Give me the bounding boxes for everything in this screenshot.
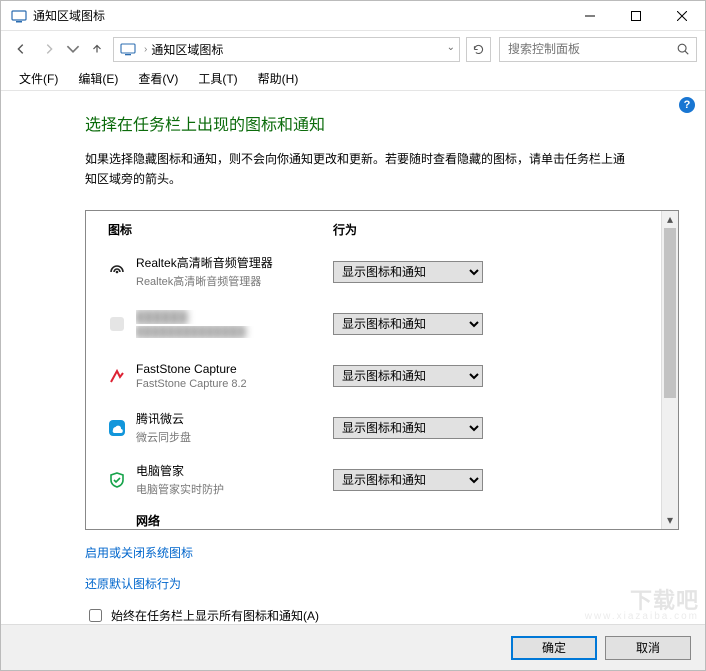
refresh-button[interactable] [466, 37, 491, 62]
icon-list-panel: 图标 行为 Realtek高清晰音频管理器Realtek高清晰音频管理器显示图标… [85, 210, 679, 530]
list-item: 电脑管家电脑管家实时防护显示图标和通知 [86, 454, 661, 506]
footer: 确定 取消 [1, 624, 705, 670]
list-item: FastStone Capture FastStone Capture 8.2显示… [86, 350, 661, 402]
list-item-partial: 网络 [86, 506, 661, 529]
maximize-button[interactable] [613, 1, 659, 31]
cancel-button[interactable]: 取消 [605, 636, 691, 660]
always-show-checkbox-row[interactable]: 始终在任务栏上显示所有图标和通知(A) [85, 606, 679, 625]
always-show-label: 始终在任务栏上显示所有图标和通知(A) [111, 607, 319, 624]
item-subtitle: FastStone Capture 8.2 [136, 378, 333, 390]
page-title: 选择在任务栏上出现的图标和通知 [85, 111, 679, 135]
item-name: 腾讯微云 [136, 410, 333, 427]
menu-view[interactable]: 查看(V) [128, 68, 188, 89]
navbar: › 通知区域图标 ⌄ [1, 31, 705, 67]
scroll-down-button[interactable]: ▾ [662, 512, 678, 529]
item-name: 电脑管家 [136, 462, 333, 479]
col-header-behavior: 行为 [333, 221, 661, 238]
list-item: ████████████████████显示图标和通知 [86, 298, 661, 350]
behavior-select[interactable]: 显示图标和通知 [333, 469, 483, 491]
monitor-icon [120, 41, 136, 57]
ok-button[interactable]: 确定 [511, 636, 597, 660]
help-icon[interactable]: ? [679, 97, 695, 113]
item-name: Realtek高清晰音频管理器 [136, 254, 333, 271]
app-icon-realtek [108, 263, 126, 281]
behavior-select[interactable]: 显示图标和通知 [333, 313, 483, 335]
menu-file[interactable]: 文件(F) [9, 68, 68, 89]
list-item: Realtek高清晰音频管理器 Realtek高清晰音频管理器显示图标和通知 [86, 246, 661, 298]
behavior-select[interactable]: 显示图标和通知 [333, 417, 483, 439]
breadcrumb[interactable]: 通知区域图标 [151, 41, 223, 58]
link-system-icons[interactable]: 启用或关闭系统图标 [85, 544, 193, 561]
item-subtitle: 电脑管家实时防护 [136, 481, 333, 497]
item-subtitle: 微云同步盘 [136, 429, 333, 445]
search-input[interactable] [506, 41, 676, 57]
list-item: 腾讯微云微云同步盘显示图标和通知 [86, 402, 661, 454]
back-button[interactable] [9, 37, 33, 61]
menu-edit[interactable]: 编辑(E) [68, 68, 128, 89]
menu-tools[interactable]: 工具(T) [188, 68, 247, 89]
menubar: 文件(F) 编辑(E) 查看(V) 工具(T) 帮助(H) [1, 67, 705, 91]
forward-button[interactable] [37, 37, 61, 61]
address-bar[interactable]: › 通知区域图标 ⌄ [113, 37, 460, 62]
client-area: ? 选择在任务栏上出现的图标和通知 如果选择隐藏图标和通知，则不会向你通知更改和… [1, 91, 705, 670]
item-name: FastStone Capture [136, 362, 333, 376]
list-header: 图标 行为 [86, 211, 661, 246]
chevron-right-icon: › [144, 44, 147, 55]
item-subtitle: Realtek高清晰音频管理器 [136, 273, 333, 289]
minimize-button[interactable] [567, 1, 613, 31]
app-icon-weiyun [108, 419, 126, 437]
search-icon [676, 42, 690, 56]
up-button[interactable] [85, 37, 109, 61]
chevron-down-icon[interactable]: ⌄ [447, 42, 455, 53]
scrollbar[interactable]: ▴ ▾ [661, 211, 678, 529]
behavior-select[interactable]: 显示图标和通知 [333, 365, 483, 387]
item-subtitle: ██████████████ [136, 326, 333, 338]
scroll-thumb[interactable] [664, 228, 676, 398]
col-header-icon: 图标 [108, 221, 333, 238]
window-title: 通知区域图标 [33, 7, 105, 24]
behavior-select[interactable]: 显示图标和通知 [333, 261, 483, 283]
app-icon-pcmanager [108, 471, 126, 489]
scroll-track[interactable] [662, 228, 678, 512]
page-description: 如果选择隐藏图标和通知，则不会向你通知更改和更新。若要随时查看隐藏的图标，请单击… [85, 149, 625, 190]
app-icon-faststone [108, 367, 126, 385]
titlebar: 通知区域图标 [1, 1, 705, 31]
scroll-up-button[interactable]: ▴ [662, 211, 678, 228]
close-button[interactable] [659, 1, 705, 31]
app-icon-redacted [108, 315, 126, 333]
always-show-checkbox[interactable] [89, 609, 102, 622]
recent-dropdown-button[interactable] [65, 37, 81, 61]
app-icon [11, 8, 27, 24]
item-name: ██████ [136, 310, 333, 324]
search-box[interactable] [499, 37, 697, 62]
link-restore-defaults[interactable]: 还原默认图标行为 [85, 575, 181, 592]
menu-help[interactable]: 帮助(H) [248, 68, 309, 89]
